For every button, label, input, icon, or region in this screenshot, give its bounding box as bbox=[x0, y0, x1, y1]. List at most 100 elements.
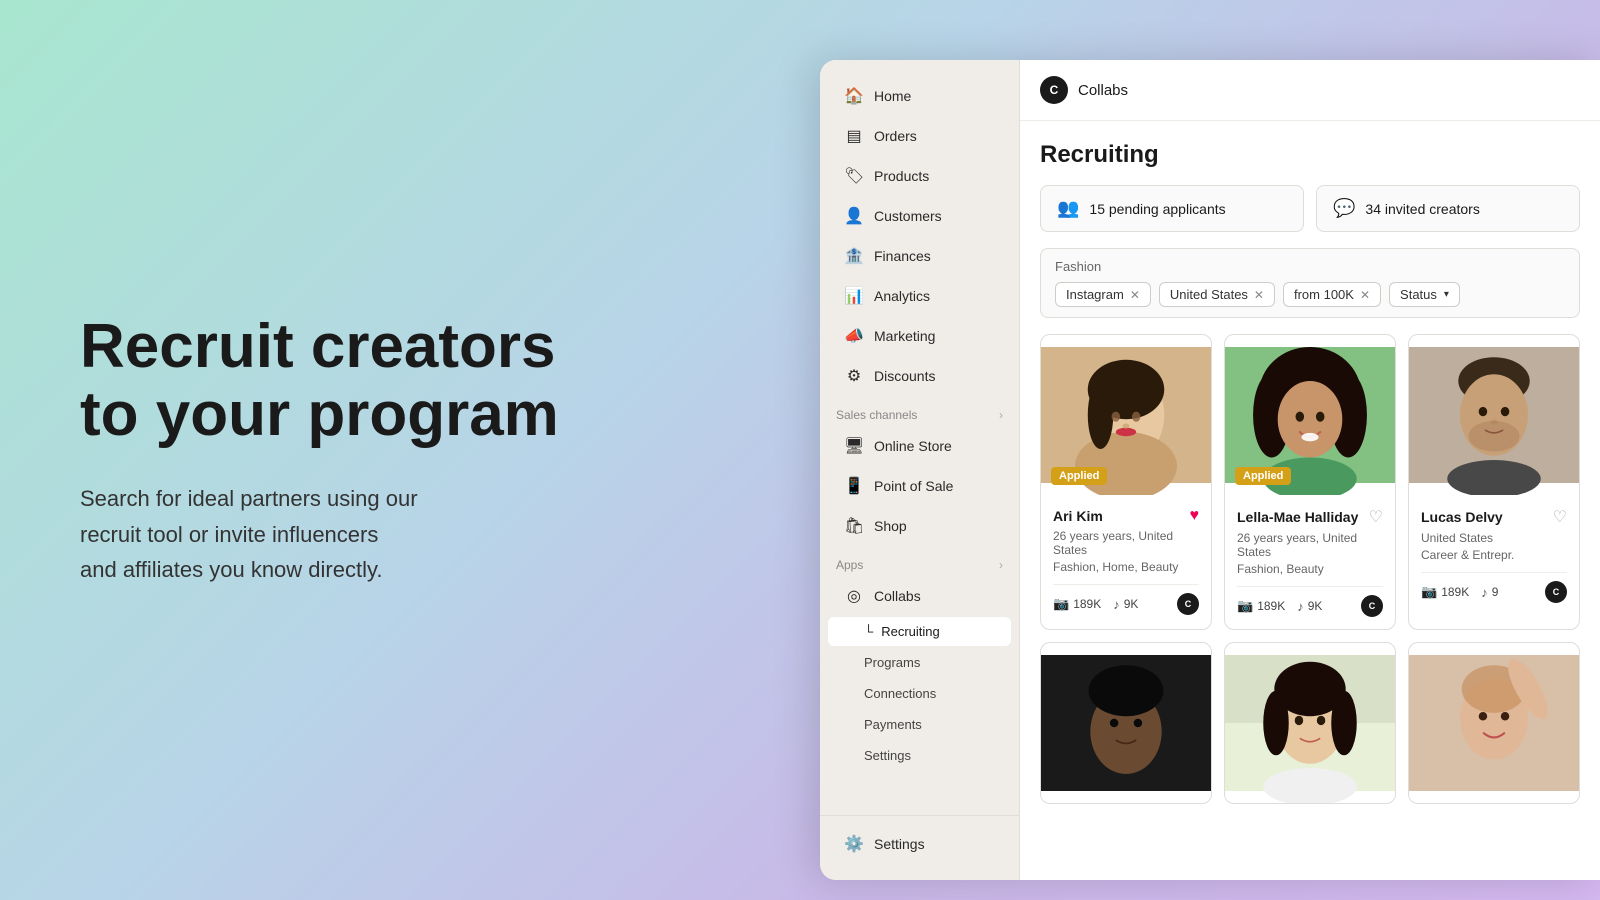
sub-arrow: └ bbox=[864, 624, 873, 639]
content-area: Recruiting 👥 15 pending applicants 💬 34 … bbox=[1020, 121, 1600, 880]
collabs-badge-ari: C bbox=[1177, 593, 1199, 615]
invited-creators-card[interactable]: 💬 34 invited creators bbox=[1316, 185, 1580, 232]
top-bar: C Collabs bbox=[1020, 60, 1600, 121]
creator-age-ari: 26 years years, United States bbox=[1053, 529, 1199, 557]
creator-name-lella: Lella-Mae Halliday bbox=[1237, 509, 1358, 525]
hero-panel: Recruit creators to your program Search … bbox=[0, 233, 650, 667]
creator-tags-ari: Fashion, Home, Beauty bbox=[1053, 560, 1199, 574]
sidebar-item-marketing[interactable]: 📣 Marketing bbox=[828, 317, 1011, 355]
creator-image-4 bbox=[1041, 643, 1211, 803]
settings-icon: ⚙️ bbox=[844, 834, 864, 854]
creator-image-lucas bbox=[1409, 335, 1579, 495]
tiktok-stat-lucas: ♪ 9 bbox=[1481, 585, 1498, 600]
creator-tags-lucas: Career & Entrepr. bbox=[1421, 548, 1567, 562]
sidebar-subitem-connections[interactable]: Connections bbox=[828, 679, 1011, 708]
instagram-icon-lucas: 📷 bbox=[1421, 584, 1437, 600]
sidebar: 🏠 Home ▤ Orders 🏷 Products 👤 Customers 🏦… bbox=[820, 60, 1020, 880]
collabs-logo: C bbox=[1040, 76, 1068, 104]
creator-card-lella[interactable]: Applied Lella-Mae Halliday ♡ 26 years ye… bbox=[1224, 334, 1396, 630]
sidebar-item-products[interactable]: 🏷 Products bbox=[828, 157, 1011, 195]
shop-icon: 🛍 bbox=[844, 516, 864, 536]
sidebar-item-finances[interactable]: 🏦 Finances bbox=[828, 237, 1011, 275]
applied-badge-ari: Applied bbox=[1051, 467, 1107, 485]
pending-label: 15 pending applicants bbox=[1089, 201, 1225, 217]
pending-icon: 👥 bbox=[1057, 198, 1079, 219]
creator-image-lella: Applied bbox=[1225, 335, 1395, 495]
creator-image-6 bbox=[1409, 643, 1579, 803]
creator-image-ari-kim: Applied bbox=[1041, 335, 1211, 495]
creator-card-6[interactable] bbox=[1408, 642, 1580, 804]
hero-subtitle: Search for ideal partners using our recr… bbox=[80, 481, 570, 587]
instagram-icon-ari: 📷 bbox=[1053, 596, 1069, 612]
stats-row: 👥 15 pending applicants 💬 34 invited cre… bbox=[1040, 185, 1580, 232]
filter-instagram-label: Instagram bbox=[1066, 287, 1124, 302]
filter-instagram-remove[interactable]: ✕ bbox=[1130, 288, 1140, 302]
creator-info-lella: Lella-Mae Halliday ♡ 26 years years, Uni… bbox=[1225, 495, 1395, 629]
favorite-icon-ari[interactable]: ♥ bbox=[1190, 507, 1200, 525]
tiktok-icon-lella: ♪ bbox=[1297, 599, 1304, 614]
filter-from-100k[interactable]: from 100K ✕ bbox=[1283, 282, 1381, 307]
creator-name-row-lucas: Lucas Delvy ♡ bbox=[1421, 507, 1567, 527]
creator-info-ari: Ari Kim ♥ 26 years years, United States … bbox=[1041, 495, 1211, 627]
sidebar-item-online-store[interactable]: 🖥 Online Store bbox=[828, 427, 1011, 465]
sidebar-item-discounts[interactable]: ⚙ Discounts bbox=[828, 357, 1011, 395]
page-title: Recruiting bbox=[1040, 141, 1580, 169]
tiktok-stat-lella: ♪ 9K bbox=[1297, 599, 1322, 614]
tiktok-icon-lucas: ♪ bbox=[1481, 585, 1488, 600]
creator-card-4[interactable] bbox=[1040, 642, 1212, 804]
sidebar-item-analytics[interactable]: 📊 Analytics bbox=[828, 277, 1011, 315]
filter-united-states[interactable]: United States ✕ bbox=[1159, 282, 1275, 307]
creator-stats-lella: 📷 189K ♪ 9K C bbox=[1237, 586, 1383, 617]
apps-arrow: › bbox=[999, 558, 1003, 572]
sidebar-item-point-of-sale[interactable]: 📱 Point of Sale bbox=[828, 467, 1011, 505]
collabs-sidebar-icon: ◎ bbox=[844, 586, 864, 606]
pos-icon: 📱 bbox=[844, 476, 864, 496]
instagram-icon-lella: 📷 bbox=[1237, 598, 1253, 614]
creator-info-lucas: Lucas Delvy ♡ United States Career & Ent… bbox=[1409, 495, 1579, 615]
creator-grid: Applied Ari Kim ♥ 26 years years, United… bbox=[1040, 334, 1580, 804]
sidebar-item-collabs[interactable]: ◎ Collabs bbox=[828, 577, 1011, 615]
favorite-icon-lella[interactable]: ♡ bbox=[1369, 507, 1383, 527]
filter-section: Fashion Instagram ✕ United States ✕ from… bbox=[1040, 248, 1580, 318]
sidebar-subitem-settings[interactable]: Settings bbox=[828, 741, 1011, 770]
instagram-stat-lella: 📷 189K bbox=[1237, 598, 1285, 614]
analytics-icon: 📊 bbox=[844, 286, 864, 306]
sidebar-item-customers[interactable]: 👤 Customers bbox=[828, 197, 1011, 235]
creator-loc-lucas: United States bbox=[1421, 531, 1567, 545]
products-icon: 🏷 bbox=[844, 166, 864, 186]
creator-stats-lucas: 📷 189K ♪ 9 C bbox=[1421, 572, 1567, 603]
filter-us-remove[interactable]: ✕ bbox=[1254, 288, 1264, 302]
sidebar-item-shop[interactable]: 🛍 Shop bbox=[828, 507, 1011, 545]
sidebar-subitem-recruiting[interactable]: └ Recruiting bbox=[828, 617, 1011, 646]
filter-instagram[interactable]: Instagram ✕ bbox=[1055, 282, 1151, 307]
creator-stats-ari: 📷 189K ♪ 9K C bbox=[1053, 584, 1199, 615]
instagram-stat-lucas: 📷 189K bbox=[1421, 584, 1469, 600]
filter-100k-label: from 100K bbox=[1294, 287, 1354, 302]
filter-100k-remove[interactable]: ✕ bbox=[1360, 288, 1370, 302]
creator-name-lucas: Lucas Delvy bbox=[1421, 509, 1503, 525]
favorite-icon-lucas[interactable]: ♡ bbox=[1553, 507, 1567, 527]
sidebar-subitem-programs[interactable]: Programs bbox=[828, 648, 1011, 677]
sidebar-item-settings[interactable]: ⚙️ Settings bbox=[828, 825, 1011, 863]
sidebar-bottom: ⚙️ Settings bbox=[820, 815, 1019, 864]
main-content: C Collabs Recruiting 👥 15 pending applic… bbox=[1020, 60, 1600, 880]
creator-card-ari-kim[interactable]: Applied Ari Kim ♥ 26 years years, United… bbox=[1040, 334, 1212, 630]
customers-icon: 👤 bbox=[844, 206, 864, 226]
finances-icon: 🏦 bbox=[844, 246, 864, 266]
tiktok-icon-ari: ♪ bbox=[1113, 597, 1120, 612]
creator-name-row-ari: Ari Kim ♥ bbox=[1053, 507, 1199, 525]
sidebar-item-orders[interactable]: ▤ Orders bbox=[828, 117, 1011, 155]
sales-channels-arrow: › bbox=[999, 408, 1003, 422]
invited-label: 34 invited creators bbox=[1365, 201, 1479, 217]
creator-card-lucas[interactable]: Lucas Delvy ♡ United States Career & Ent… bbox=[1408, 334, 1580, 630]
filter-status-label: Status bbox=[1400, 287, 1437, 302]
filter-status[interactable]: Status ▾ bbox=[1389, 282, 1460, 307]
creator-card-5[interactable] bbox=[1224, 642, 1396, 804]
apps-label: Apps › bbox=[820, 546, 1019, 576]
sidebar-item-home[interactable]: 🏠 Home bbox=[828, 77, 1011, 115]
instagram-stat-ari: 📷 189K bbox=[1053, 596, 1101, 612]
pending-applicants-card[interactable]: 👥 15 pending applicants bbox=[1040, 185, 1304, 232]
sidebar-subitem-payments[interactable]: Payments bbox=[828, 710, 1011, 739]
hero-title: Recruit creators to your program bbox=[80, 313, 570, 449]
collabs-badge-lucas: C bbox=[1545, 581, 1567, 603]
